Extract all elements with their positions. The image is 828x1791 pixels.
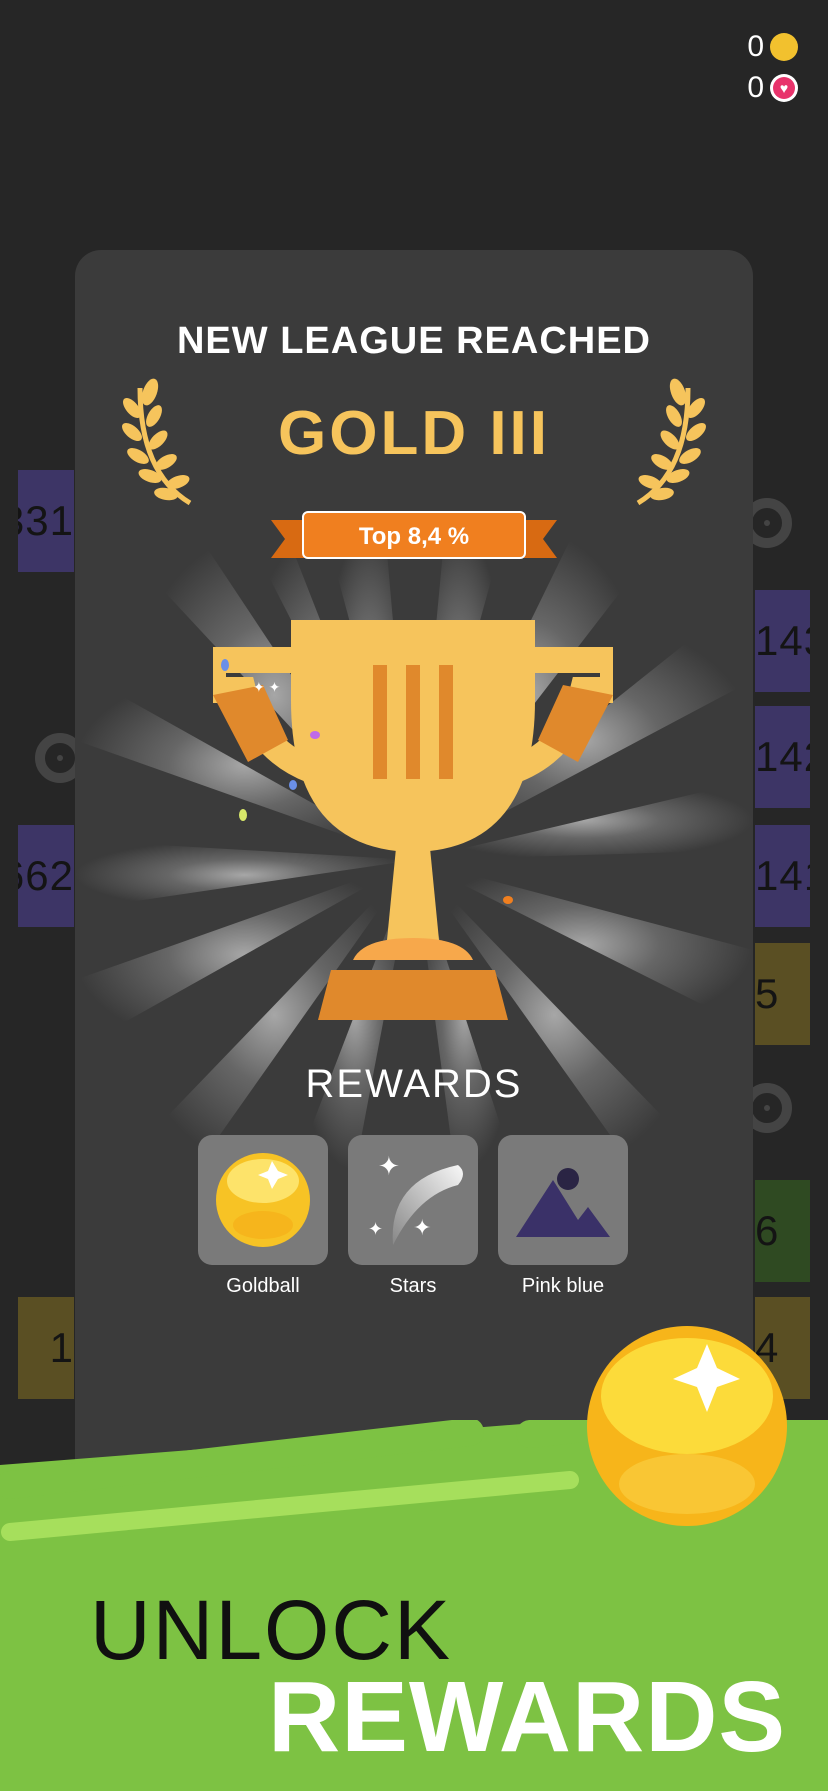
- board-tile-value: 5: [755, 970, 780, 1017]
- coin-icon: [770, 33, 798, 61]
- promo-headline-rewards: REWARDS: [268, 1661, 787, 1773]
- goldball-icon: [216, 1153, 310, 1247]
- board-tile-value: 331: [18, 497, 74, 544]
- board-tile: 5: [755, 943, 810, 1045]
- svg-text:✦: ✦: [368, 1219, 383, 1239]
- heart-counter: 0 ♥: [747, 71, 798, 105]
- svg-text:✦: ✦: [378, 1151, 400, 1181]
- board-tile: 1: [18, 1297, 74, 1399]
- coin-icon: [587, 1326, 787, 1526]
- board-tile-value: 1: [49, 1324, 74, 1371]
- board-tile-value: 6: [755, 1207, 780, 1254]
- board-tile: 142: [755, 706, 810, 808]
- svg-text:✦: ✦: [413, 1215, 431, 1240]
- heart-count: 0: [747, 71, 764, 104]
- reward-item-stars[interactable]: ✦ ✦ ✦ Stars: [348, 1135, 478, 1298]
- board-tile-value: 662: [18, 852, 74, 899]
- reward-label: Stars: [389, 1275, 437, 1297]
- board-tile: 331: [18, 470, 74, 572]
- reward-tile[interactable]: [198, 1135, 328, 1265]
- board-tile-value: 141: [755, 852, 810, 899]
- mountain-theme-icon: [516, 1168, 610, 1237]
- svg-text:✦ ✦: ✦ ✦: [253, 679, 281, 695]
- reward-label: Goldball: [226, 1275, 300, 1297]
- reward-label: Pink blue: [521, 1275, 605, 1297]
- board-tile: 143: [755, 590, 810, 692]
- heart-icon: ♥: [770, 74, 798, 102]
- board-tile-value: 143: [755, 617, 810, 664]
- modal-title: NEW LEAGUE REACHED: [176, 320, 652, 362]
- board-tile: 662: [18, 825, 74, 927]
- reward-item-pink-blue[interactable]: Pink blue: [498, 1135, 628, 1298]
- coin-counter: 0: [747, 30, 798, 64]
- stars-trail-icon: ✦ ✦ ✦: [368, 1151, 463, 1245]
- trophy-icon: ✦ ✦: [213, 620, 613, 1020]
- coin-count: 0: [747, 30, 764, 63]
- rewards-heading: REWARDS: [305, 1062, 523, 1106]
- board-tile: 6: [755, 1180, 810, 1282]
- app-screen: 331 143 142 662 141 5 6 1 4 0 0 ♥: [0, 0, 828, 1791]
- board-tile-value: 142: [755, 733, 810, 780]
- reward-tile[interactable]: ✦ ✦ ✦: [348, 1135, 478, 1265]
- reward-item-goldball[interactable]: Goldball: [198, 1135, 328, 1298]
- board-tile: 141: [755, 825, 810, 927]
- reward-tile[interactable]: [498, 1135, 628, 1265]
- league-name: GOLD III: [278, 399, 550, 468]
- rank-badge-text: Top 8,4 %: [358, 523, 470, 550]
